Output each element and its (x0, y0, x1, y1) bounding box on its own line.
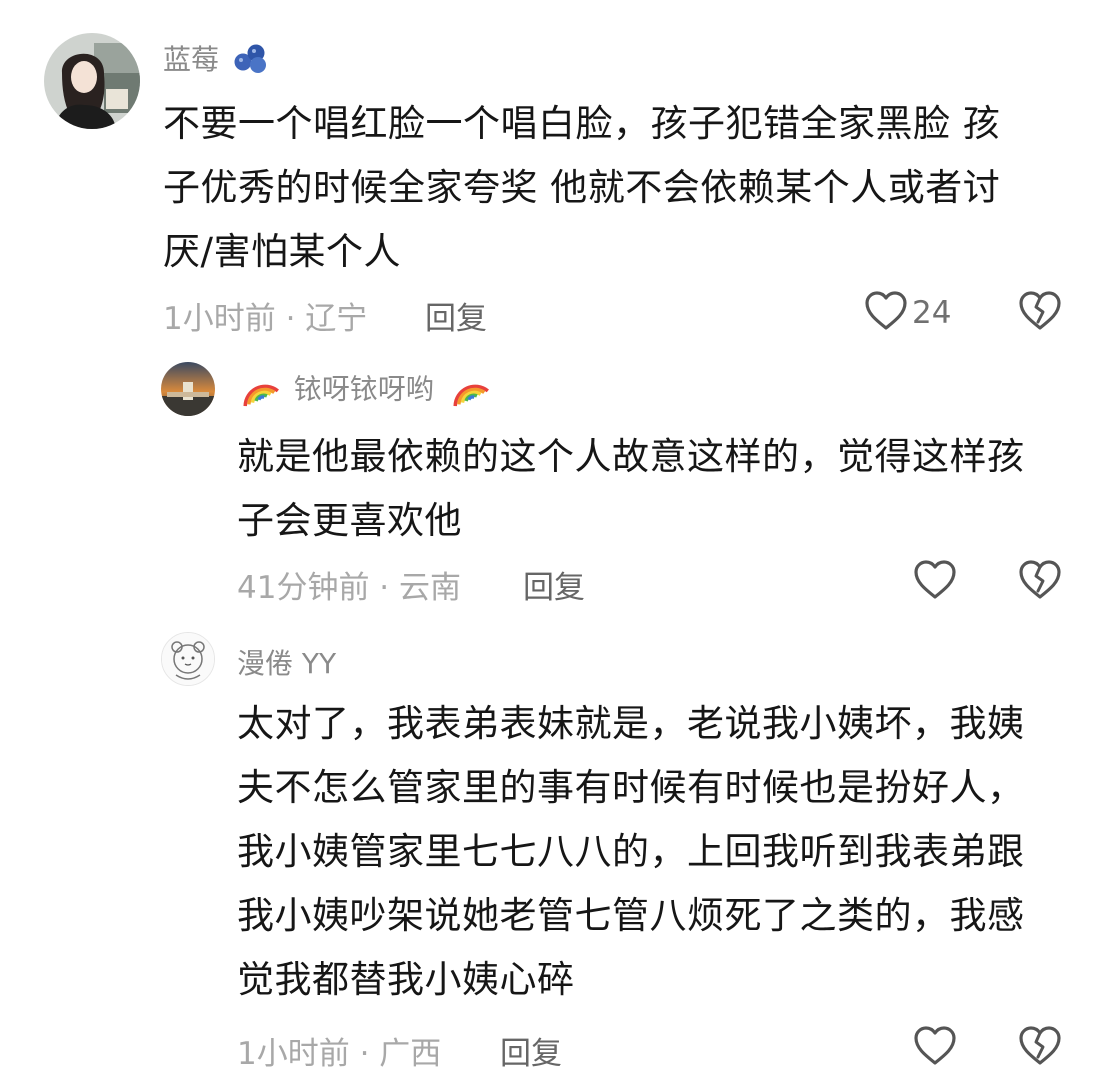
comment-text: 不要一个唱红脸一个唱白脸，孩子犯错全家黑脸 孩 子优秀的时候全家夸奖 他就不会依… (163, 102, 1001, 273)
like-button[interactable] (913, 559, 957, 605)
reply-button[interactable]: 回复 (425, 293, 487, 338)
comment-meta: 1小时前 · 辽宁 (163, 301, 368, 337)
dislike-button[interactable] (1018, 559, 1062, 605)
avatar[interactable] (44, 33, 140, 129)
avatar[interactable] (161, 362, 215, 416)
blueberry-icon (232, 42, 270, 81)
heart-outline-icon (913, 1025, 957, 1071)
rainbow-icon (237, 367, 281, 414)
broken-heart-icon (1018, 560, 1062, 605)
reply-button[interactable]: 回复 (523, 562, 585, 607)
avatar[interactable] (161, 632, 215, 686)
heart-outline-icon (864, 290, 908, 336)
username[interactable]: 蓝莓 (163, 38, 270, 81)
like-count: 24 (912, 295, 952, 331)
broken-heart-icon (1018, 291, 1062, 336)
username[interactable]: 漫倦 YY (237, 642, 336, 682)
username[interactable]: 铱呀铱呀哟 (237, 367, 491, 414)
comment-text: 就是他最依赖的这个人故意这样的，觉得这样孩 子会更喜欢他 (237, 435, 1025, 542)
comment-meta: 41分钟前 · 云南 (237, 570, 462, 606)
like-button[interactable] (913, 1025, 957, 1071)
dislike-button[interactable] (1018, 1025, 1062, 1071)
heart-outline-icon (913, 559, 957, 605)
dislike-button[interactable] (1018, 290, 1062, 336)
comment-text: 太对了，我表弟表妹就是，老说我小姨坏，我姨 夫不怎么管家里的事有时候有时候也是扮… (237, 702, 1025, 1001)
like-button[interactable]: 24 (864, 290, 951, 336)
rainbow-icon (447, 367, 491, 414)
reply-button[interactable]: 回复 (500, 1028, 562, 1073)
broken-heart-icon (1018, 1026, 1062, 1071)
comment-meta: 1小时前 · 广西 (237, 1036, 442, 1072)
